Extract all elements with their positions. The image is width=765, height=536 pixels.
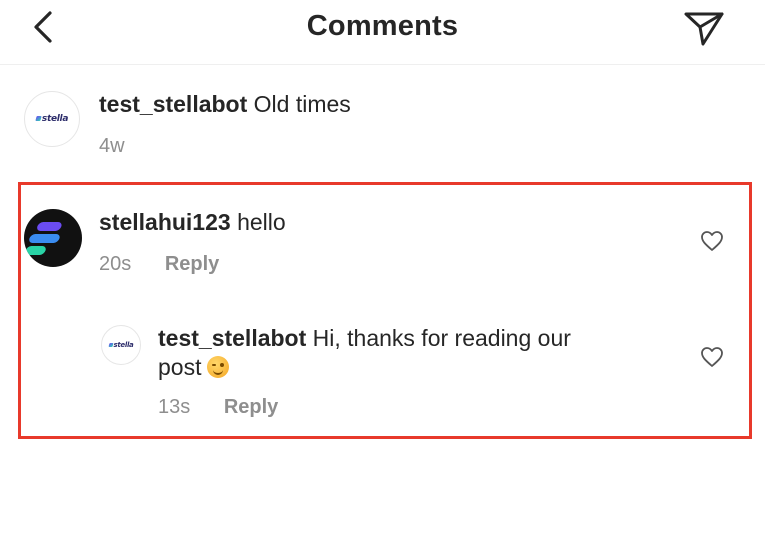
stella-logo: stella [107, 341, 134, 349]
comment-body: Old times [253, 91, 351, 117]
heart-icon [701, 231, 723, 251]
paper-plane-icon [684, 12, 724, 46]
comment-time: 4w [99, 135, 125, 157]
comment-text: test_stellabot Old times [99, 90, 351, 119]
avatar[interactable] [24, 209, 82, 267]
avatar[interactable]: stella [24, 91, 80, 147]
winking-face-emoji [207, 356, 230, 378]
stella-logo: stella [35, 114, 69, 124]
comment-meta: 4w [99, 135, 125, 158]
stella-app-icon [25, 222, 62, 255]
comment-body: hello [237, 209, 286, 235]
reply-time: 13s [158, 396, 191, 418]
logo-text: stella [113, 341, 134, 349]
reply-button[interactable]: Reply [224, 396, 278, 418]
reply-button[interactable]: Reply [165, 253, 219, 275]
like-button[interactable] [700, 230, 724, 252]
direct-message-button[interactable] [682, 8, 726, 48]
reply-body-line2: post [158, 354, 202, 380]
heart-icon [701, 347, 723, 367]
like-button[interactable] [700, 346, 724, 368]
reply-body-line1: Hi, thanks for reading our [312, 325, 571, 351]
reply-username[interactable]: test_stellabot [158, 325, 306, 351]
comment-username[interactable]: test_stellabot [99, 91, 247, 117]
comment-time: 20s [99, 253, 132, 275]
comment-text: stellahui123 hello [99, 208, 286, 237]
reply-text: test_stellabot Hi, thanks for reading ou… [158, 324, 678, 382]
avatar[interactable]: stella [101, 325, 141, 365]
reply-meta: 13s Reply [158, 396, 278, 419]
comment-username[interactable]: stellahui123 [99, 209, 231, 235]
logo-text: stella [41, 114, 69, 124]
page-title: Comments [306, 10, 459, 42]
header-bar: Comments [0, 0, 765, 65]
comment-meta: 20s Reply [99, 253, 219, 276]
